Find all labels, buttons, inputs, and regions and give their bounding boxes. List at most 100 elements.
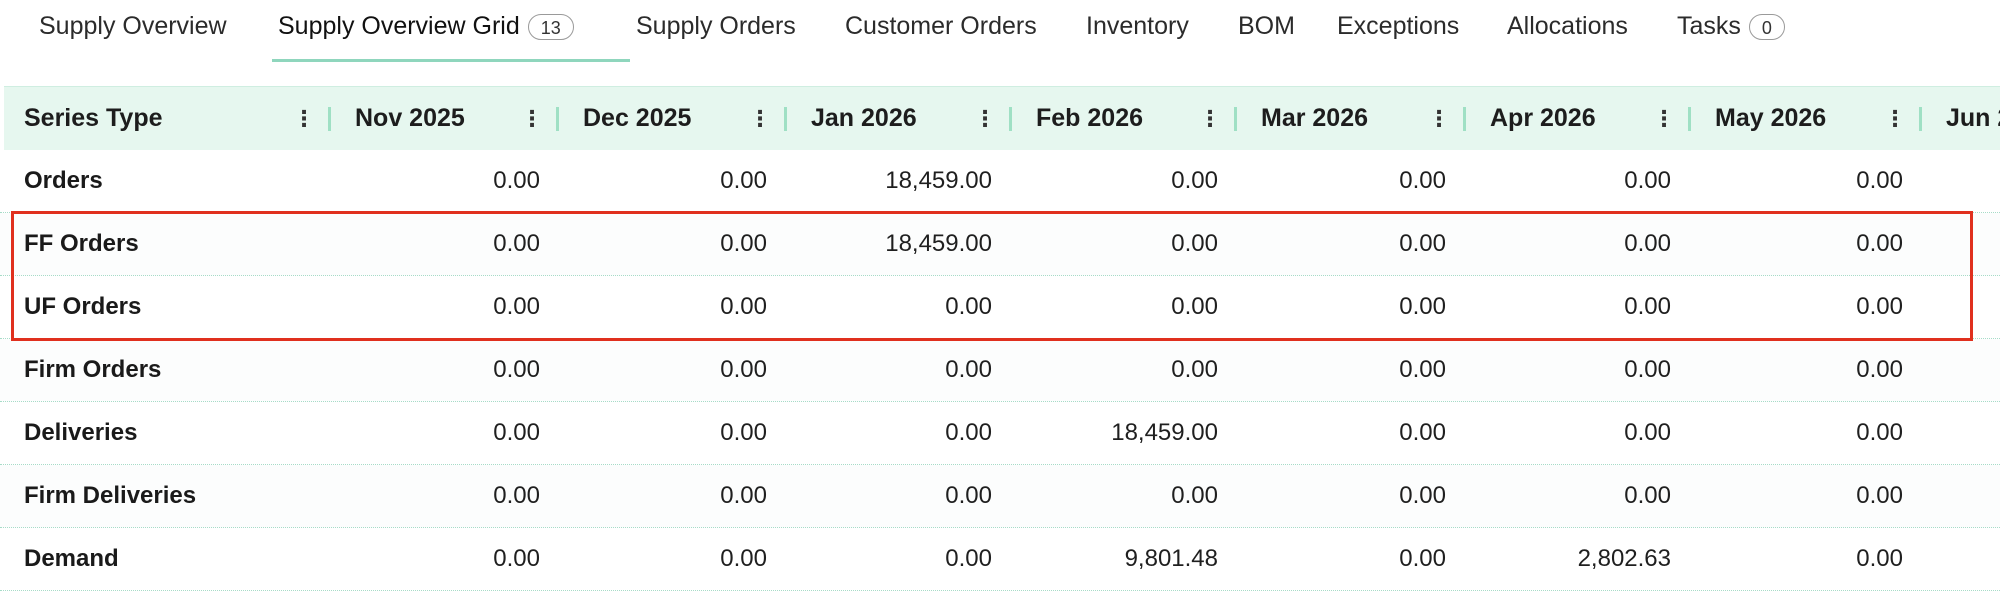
table-cell-value[interactable]: 0.00 [792,528,992,590]
row-series-label: Deliveries [24,419,138,446]
table-cell-value[interactable]: 0.00 [567,402,767,464]
table-cell-value[interactable]: 0.00 [340,528,540,590]
table-row[interactable]: Firm Deliveries 0.00 0.00 0.00 0.00 0.00 0.00 0… [0,465,2000,528]
table-cell-value[interactable]: 0.00 [1018,276,1218,338]
table-cell-value[interactable]: 9,801.48 [1018,528,1218,590]
column-header-month[interactable]: Nov 2025 [355,87,465,150]
table-cell-value[interactable]: 0.00 [567,276,767,338]
table-cell-value[interactable]: 0.00 [792,465,992,527]
column-header-label: Jun 2 [1946,104,2000,132]
table-cell-value[interactable]: 0.00 [1703,213,1903,275]
column-menu-icon[interactable]: ⋮ [1653,108,1675,130]
column-header-month[interactable]: May 2026 [1715,87,1826,150]
table-cell-value[interactable]: 0.00 [792,402,992,464]
table-cell-value[interactable]: 0.00 [567,465,767,527]
table-cell-value[interactable]: 0.00 [1471,402,1671,464]
column-resize-handle[interactable] [328,107,331,131]
table-cell-value[interactable]: 0.00 [340,339,540,401]
row-series-label: Firm Orders [24,356,162,383]
column-header-label: Apr 2026 [1490,104,1596,132]
table-cell-value[interactable]: 18,459.00 [792,213,992,275]
tab-label: Supply Overview [39,12,227,40]
column-header-series-type[interactable]: Series Type [24,87,163,150]
column-header-month[interactable]: Mar 2026 [1261,87,1368,150]
table-row[interactable]: FF Orders 0.00 0.00 18,459.00 0.00 0.00 0.00 0.… [0,213,2000,276]
table-cell-value[interactable]: 0.00 [1471,339,1671,401]
table-cell-value[interactable]: 0.00 [1018,339,1218,401]
table-cell-value[interactable]: 0.00 [1703,402,1903,464]
table-cell-value[interactable]: 0.00 [340,465,540,527]
count-badge: 13 [527,14,574,40]
table-cell-value[interactable]: 0.00 [567,528,767,590]
table-row[interactable]: Firm Orders 0.00 0.00 0.00 0.00 0.00 0.00 0.00 [0,339,2000,402]
table-cell-value[interactable]: 18,459.00 [792,150,992,212]
table-cell-value[interactable]: 0.00 [567,150,767,212]
column-resize-handle[interactable] [1234,107,1237,131]
table-cell-value[interactable]: 0.00 [340,276,540,338]
table-cell-value[interactable]: 0.00 [1246,213,1446,275]
table-cell-value[interactable]: 0.00 [1246,465,1446,527]
row-series-label: Orders [24,167,103,194]
tab-exceptions[interactable]: Exceptions [1337,12,1459,56]
column-menu-icon[interactable]: ⋮ [1428,108,1450,130]
table-cell-value[interactable]: 0.00 [1246,528,1446,590]
table-cell-value[interactable]: 0.00 [1471,213,1671,275]
column-menu-icon[interactable]: ⋮ [749,108,771,130]
column-resize-handle[interactable] [1688,107,1691,131]
table-cell-value[interactable]: 0.00 [1703,528,1903,590]
table-cell-value[interactable]: 0.00 [1246,339,1446,401]
tab-inventory[interactable]: Inventory [1086,12,1189,56]
table-cell-value[interactable]: 0.00 [1703,339,1903,401]
table-cell-value[interactable]: 0.00 [1246,150,1446,212]
table-cell-value[interactable]: 0.00 [1246,402,1446,464]
column-menu-icon[interactable]: ⋮ [293,108,315,130]
column-header-month[interactable]: Jan 2026 [811,87,917,150]
table-row[interactable]: Orders 0.00 0.00 18,459.00 0.00 0.00 0.00 0.00 [0,150,2000,213]
table-cell-value[interactable]: 0.00 [1703,276,1903,338]
column-header-month[interactable]: Jun 2 [1946,87,2000,150]
table-cell-value[interactable]: 0.00 [340,213,540,275]
column-menu-icon[interactable]: ⋮ [521,108,543,130]
column-header-month[interactable]: Feb 2026 [1036,87,1143,150]
column-resize-handle[interactable] [1009,107,1012,131]
table-cell-value[interactable]: 0.00 [792,339,992,401]
table-cell-value[interactable]: 0.00 [1703,150,1903,212]
table-cell-value[interactable]: 2,802.63 [1471,528,1671,590]
table-cell-value[interactable]: 0.00 [1471,465,1671,527]
column-resize-handle[interactable] [1919,107,1922,131]
tab-supply-orders[interactable]: Supply Orders [636,12,796,56]
column-resize-handle[interactable] [556,107,559,131]
table-cell-value[interactable]: 0.00 [1471,276,1671,338]
table-cell-value[interactable]: 18,459.00 [1018,402,1218,464]
column-header-month[interactable]: Apr 2026 [1490,87,1596,150]
tab-supply-overview-grid[interactable]: Supply Overview Grid 13 [278,12,574,56]
column-header-label: Feb 2026 [1036,104,1144,132]
table-cell-value[interactable]: 0.00 [340,402,540,464]
table-cell-value[interactable]: 0.00 [792,276,992,338]
column-menu-icon[interactable]: ⋮ [1884,108,1906,130]
column-resize-handle[interactable] [784,107,787,131]
tab-bom[interactable]: BOM [1238,12,1295,56]
table-cell-value[interactable]: 0.00 [567,339,767,401]
tab-customer-orders[interactable]: Customer Orders [845,12,1037,56]
grid-header-row: Series Type ⋮ Nov 2025 ⋮ Dec 2025 ⋮ Jan … [4,86,2000,150]
table-cell-value[interactable]: 0.00 [1018,150,1218,212]
column-resize-handle[interactable] [1463,107,1466,131]
table-cell-value[interactable]: 0.00 [1018,213,1218,275]
table-cell-value[interactable]: 0.00 [567,213,767,275]
tab-label: Customer Orders [845,12,1037,40]
table-cell-value[interactable]: 0.00 [1018,465,1218,527]
column-menu-icon[interactable]: ⋮ [1199,108,1221,130]
tab-allocations[interactable]: Allocations [1507,12,1628,56]
table-cell-value[interactable]: 0.00 [1246,276,1446,338]
table-row[interactable]: Demand 0.00 0.00 0.00 9,801.48 0.00 2,802.63 0.… [0,528,2000,591]
column-menu-icon[interactable]: ⋮ [974,108,996,130]
table-row[interactable]: UF Orders 0.00 0.00 0.00 0.00 0.00 0.00 0.00 [0,276,2000,339]
tab-supply-overview[interactable]: Supply Overview [39,12,227,56]
table-cell-value[interactable]: 0.00 [1703,465,1903,527]
column-header-month[interactable]: Dec 2025 [583,87,691,150]
table-cell-value[interactable]: 0.00 [1471,150,1671,212]
tab-tasks[interactable]: Tasks 0 [1677,12,1785,56]
table-cell-value[interactable]: 0.00 [340,150,540,212]
table-row[interactable]: Deliveries 0.00 0.00 0.00 18,459.00 0.00 0.00 0… [0,402,2000,465]
